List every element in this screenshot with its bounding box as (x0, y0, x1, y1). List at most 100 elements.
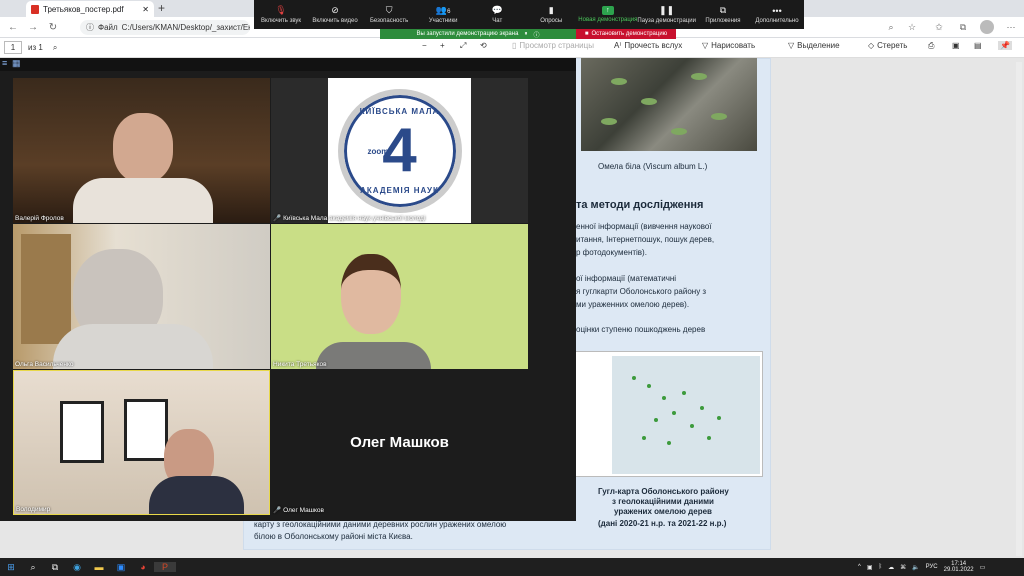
avatar[interactable] (980, 20, 994, 34)
menu-icon[interactable]: ⋯ (1004, 20, 1018, 34)
back-icon[interactable]: ← (6, 22, 20, 33)
participants-label: Участники (428, 18, 458, 24)
bookshelf (21, 234, 71, 344)
read-aloud-button[interactable]: A⁾ Прочесть вслух (614, 41, 682, 50)
page-number-input[interactable]: 1 (4, 41, 22, 54)
favorites-bar-icon[interactable]: ✩ (932, 20, 946, 34)
tab-title: Третьяков_постер.pdf (43, 4, 124, 14)
print-icon[interactable]: ⎙ (928, 41, 934, 51)
browser-tab[interactable]: Третьяков_постер.pdf ✕ (26, 1, 154, 17)
participant-name-large: Олег Машков (350, 434, 449, 451)
search-icon[interactable]: ⌕ (22, 562, 44, 573)
polls-button[interactable]: ▮ Опросы (524, 0, 578, 29)
map-caption-2: з геолокаційними даними (612, 497, 714, 506)
zoom-in-button[interactable]: + (440, 41, 445, 50)
favorite-icon[interactable]: ☆ (905, 20, 919, 34)
logo-bottom-text: АКАДЕМІЯ НАУК (360, 185, 439, 195)
security-button[interactable]: ⛉ Безопасность (362, 0, 416, 29)
draw-label: Нарисовать (711, 41, 756, 50)
fit-page-icon[interactable]: ⤢ (460, 41, 466, 51)
network-icon[interactable]: ⌘ (900, 564, 906, 571)
start-video-button[interactable]: ⊘ Включить видео (308, 0, 362, 29)
windows-start-icon[interactable]: ⊞ (0, 562, 22, 573)
pause-share-button[interactable]: ❚❚ Пауза демонстрации (637, 0, 696, 29)
task-view-icon[interactable]: ⧉ (44, 562, 66, 573)
participant-label: 🎤 Олег Машков (273, 506, 324, 514)
drag-handle-icon[interactable]: ≡ (2, 58, 7, 68)
reload-icon[interactable]: ↻ (46, 22, 60, 33)
apps-button[interactable]: ⧉ Приложения (696, 0, 750, 29)
file-explorer-icon[interactable]: ▬ (88, 562, 110, 572)
stop-share-label: Остановить демонстрацию (591, 31, 668, 37)
edge-icon[interactable]: ◉ (66, 562, 88, 573)
video-tile[interactable]: Никита Третьяков (271, 224, 528, 369)
participant-body (53, 324, 213, 369)
collections-icon[interactable]: ⧉ (956, 20, 970, 34)
mana-logo: 4 zoom КИЇВСЬКА МАЛА АКАДЕМІЯ НАУК (328, 78, 471, 223)
participant-name: Ольга Васильченко (15, 361, 74, 368)
info-small-icon[interactable]: ⓘ (533, 30, 539, 39)
participant-body (149, 476, 244, 514)
info-icon: ⓘ (86, 23, 94, 32)
video-tile[interactable]: Ольга Васильченко (13, 224, 270, 369)
page-view-button[interactable]: ▯ Просмотр страницы (512, 41, 594, 50)
forward-icon[interactable]: → (26, 22, 40, 33)
save-as-icon[interactable]: ▤ (974, 41, 982, 50)
poster-bottom-line: білою в Оболонському районі міста Києва. (254, 532, 413, 541)
chat-icon: 💬 (491, 5, 503, 15)
tray-chevron-icon[interactable]: ^ (858, 564, 861, 570)
video-tile[interactable]: 4 zoom КИЇВСЬКА МАЛА АКАДЕМІЯ НАУК 🎤 Київ… (271, 78, 528, 223)
participants-icon: 👥6 (435, 5, 451, 15)
language-indicator[interactable]: РУС (926, 564, 938, 570)
rotate-icon[interactable]: ⟲ (480, 41, 487, 50)
pin-toolbar-icon[interactable]: 📌 (998, 41, 1012, 50)
search-icon[interactable]: ⌕ (53, 43, 57, 53)
highlight-label: Выделение (797, 41, 840, 50)
new-tab-button[interactable]: + (158, 1, 165, 15)
poster-line: оцінки ступеню пошкоджень дерев (576, 325, 706, 334)
chrome-icon[interactable]: ◕ (132, 562, 154, 572)
highlight-button[interactable]: ▽ Выделение (788, 41, 840, 50)
erase-label: Стереть (877, 41, 908, 50)
new-share-label: Новая демонстрация (578, 17, 638, 23)
chat-button[interactable]: 💬 Чат (470, 0, 524, 29)
zoom-out-button[interactable]: − (422, 41, 427, 50)
erase-button[interactable]: ◇ Стереть (868, 41, 907, 50)
video-tile[interactable]: Валерій Фролов (13, 78, 270, 223)
unmute-button[interactable]: 🎙 Включить звук (254, 0, 308, 29)
volume-icon[interactable]: 🔈 (912, 564, 919, 571)
video-tile-active-speaker[interactable]: Володимир (13, 370, 270, 515)
save-icon[interactable]: ▣ (952, 41, 960, 50)
participant-face (113, 113, 173, 183)
page-view-icon: ▯ (512, 41, 517, 50)
zoom-tray-icon[interactable]: ▣ (867, 564, 873, 571)
video-tile[interactable]: Олег Машков 🎤 Олег Машков (271, 370, 528, 515)
zoom-icon[interactable]: ▣ (110, 562, 132, 573)
page-view-label: Просмотр страницы (519, 41, 594, 50)
system-tray: ^ ▣ ᛒ ☁ ⌘ 🔈 РУС 17:14 29.01.2022 ▭ (858, 558, 1024, 576)
url-field[interactable]: ⓘ Файл C:/Users/KMAN/Desktop/_захист/Еко… (80, 20, 250, 35)
participant-name: Олег Машков (283, 507, 324, 514)
participants-button[interactable]: 👥6 Участники (416, 0, 470, 29)
zoom-icon[interactable]: ⌕ (884, 20, 898, 34)
start-video-label: Включить видео (312, 18, 358, 24)
scrollbar[interactable] (1016, 62, 1022, 556)
more-button[interactable]: ••• Дополнительно (750, 0, 804, 29)
draw-button[interactable]: ▽ Нарисовать (702, 41, 755, 50)
onedrive-icon[interactable]: ☁ (888, 564, 894, 571)
clock-date: 29.01.2022 (943, 567, 974, 573)
mistletoe-caption: Омела біла (Viscum album L.) (598, 162, 708, 171)
participant-name: Никита Третьяков (273, 361, 327, 368)
share-indicator: Вы запустили демонстрацию экрана ⏸ ⓘ (380, 29, 576, 39)
stop-share-button[interactable]: ■ Остановить демонстрацию (576, 29, 676, 39)
new-share-button[interactable]: ↑ Новая демонстрация (578, 0, 637, 29)
video-off-icon: ⊘ (331, 5, 339, 15)
pause-small-icon[interactable]: ⏸ (524, 31, 527, 38)
clock[interactable]: 17:14 29.01.2022 (944, 561, 974, 573)
mistletoe-photo (581, 58, 757, 151)
gallery-view-icon[interactable]: ▦ (12, 58, 21, 69)
bluetooth-icon[interactable]: ᛒ (879, 564, 883, 570)
notifications-icon[interactable]: ▭ (980, 564, 986, 571)
close-tab-icon[interactable]: ✕ (142, 5, 149, 14)
powerpoint-icon[interactable]: P (154, 562, 176, 572)
